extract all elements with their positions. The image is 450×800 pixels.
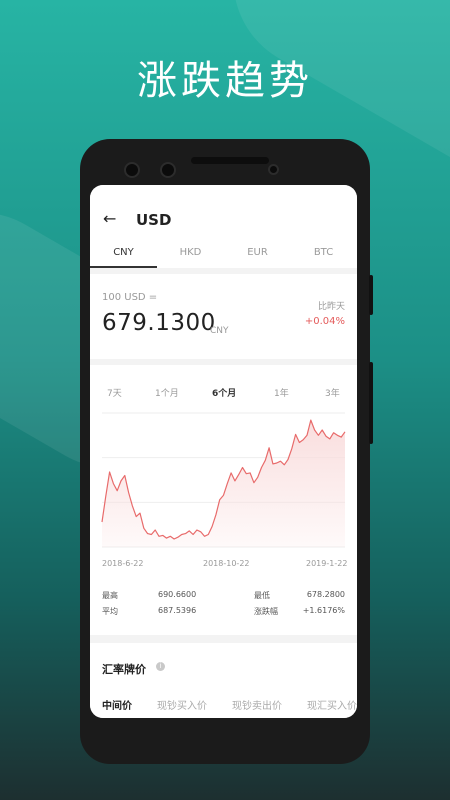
- info-icon[interactable]: i: [156, 662, 165, 671]
- tab-cny[interactable]: CNY: [90, 247, 157, 258]
- rate-card: 100 USD = 679.1300 CNY 比昨天 +0.04%: [90, 274, 357, 359]
- stat-low-value: 678.2800: [306, 590, 345, 599]
- x-label-end: 2019-1-22: [306, 559, 348, 568]
- phone-volume-button: [369, 362, 373, 444]
- rates-title: 汇率牌价: [102, 663, 146, 676]
- tab-eur[interactable]: EUR: [224, 247, 291, 258]
- tab-hkd[interactable]: HKD: [157, 247, 224, 258]
- front-camera-left: [124, 162, 140, 178]
- stat-average-label: 平均: [102, 607, 118, 616]
- app-screen: ← USD CNY HKD EUR BTC 100 USD = 679.1300…: [90, 185, 357, 718]
- column-cash-buy[interactable]: 现钞买入价: [157, 697, 207, 712]
- stat-low-label: 最低: [254, 591, 270, 600]
- x-label-middle: 2018-10-22: [203, 559, 250, 568]
- stat-change-label: 涨跌幅: [254, 607, 278, 616]
- rate-unit: CNY: [210, 326, 229, 336]
- promo-headline: 涨跌趋势: [137, 58, 313, 104]
- change-percent: +0.04%: [304, 316, 345, 327]
- active-tab-indicator: [90, 266, 157, 268]
- column-spot-buy[interactable]: 现汇买入价: [307, 697, 357, 712]
- column-cash-sell[interactable]: 现钞卖出价: [232, 697, 282, 712]
- base-amount-label: 100 USD =: [102, 292, 158, 303]
- stat-high-value: 690.6600: [158, 590, 197, 599]
- trend-chart-card: 7天 1个月 6个月 1年 3年 2018-6-22 2018-10-22 20…: [90, 365, 357, 635]
- x-label-start: 2018-6-22: [102, 559, 144, 568]
- phone-sensor: [268, 164, 279, 175]
- column-middle-rate[interactable]: 中间价: [102, 697, 132, 712]
- front-camera-right: [160, 162, 176, 178]
- page-title: USD: [136, 211, 172, 229]
- stat-average-value: 687.5396: [158, 606, 197, 615]
- compare-label: 比昨天: [317, 302, 345, 312]
- currency-tabs: CNY HKD EUR BTC: [90, 242, 357, 268]
- phone-side-button: [369, 275, 373, 315]
- rate-value: 679.1300: [102, 310, 216, 336]
- app-header: ← USD CNY HKD EUR BTC: [90, 185, 357, 268]
- back-arrow-icon[interactable]: ←: [103, 209, 116, 228]
- trend-area-fill: [102, 420, 345, 547]
- phone-speaker: [191, 157, 269, 164]
- stat-high-label: 最高: [102, 591, 118, 600]
- tab-btc[interactable]: BTC: [290, 247, 357, 258]
- stat-change-value: +1.6176%: [302, 606, 345, 615]
- rates-section: 汇率牌价 i 中间价 现钞买入价 现钞卖出价 现汇买入价: [90, 643, 357, 718]
